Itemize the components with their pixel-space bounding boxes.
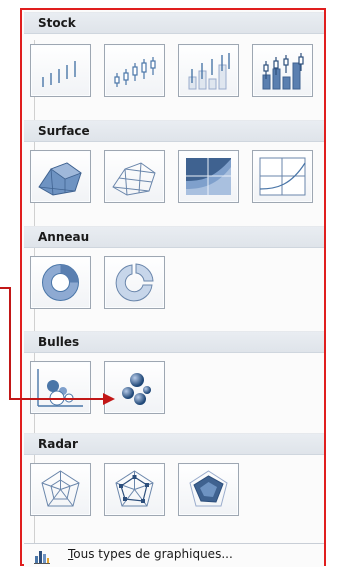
annotation-arrowhead: [103, 393, 115, 405]
bubble-3d-icon: [122, 373, 151, 405]
section-title: Surface: [38, 124, 90, 138]
surface-contour-button[interactable]: [178, 150, 239, 203]
doughnut-button[interactable]: [30, 256, 91, 309]
section-header-bulles: Bulles: [24, 331, 324, 353]
surface-wireframe-3d-button[interactable]: [104, 150, 165, 203]
section-title: Stock: [38, 16, 76, 30]
bubble-3d-effect-button[interactable]: [104, 361, 165, 414]
section-header-radar: Radar: [24, 433, 324, 455]
stock-volume-hlc-icon: [188, 53, 230, 90]
all-chart-types-label: Tous types de graphiques...: [68, 547, 233, 561]
stock-ohlc-icon: [114, 57, 156, 87]
section-title: Bulles: [38, 335, 80, 349]
chart-icon: [34, 551, 50, 564]
section-header-anneau: Anneau: [24, 226, 324, 248]
annotation-line-vertical: [9, 287, 11, 400]
bubble-button[interactable]: [30, 361, 91, 414]
stock-volume-hlc-button[interactable]: [178, 44, 239, 97]
surface-3d-button[interactable]: [30, 150, 91, 203]
stock-volume-ohlc-icon: [262, 53, 304, 90]
radar-markers-icon: [115, 470, 154, 507]
surface-contour-wireframe-icon: [259, 157, 306, 196]
annotation-line-horizontal-bottom: [9, 398, 109, 400]
stock-volume-ohlc-button[interactable]: [252, 44, 313, 97]
section-header-surface: Surface: [24, 120, 324, 142]
section-title: Radar: [38, 437, 78, 451]
section-title: Anneau: [38, 230, 90, 244]
section-header-stock: Stock: [24, 12, 324, 34]
bubble-icon: [37, 369, 83, 407]
filled-radar-icon: [189, 470, 228, 507]
surface-contour-icon: [186, 158, 231, 195]
doughnut-icon: [42, 264, 79, 301]
stock-high-low-close-button[interactable]: [30, 44, 91, 97]
exploded-doughnut-icon: [115, 263, 154, 302]
stock-open-high-low-close-button[interactable]: [104, 44, 165, 97]
all-chart-types-menu-item[interactable]: Tous types de graphiques...: [24, 543, 324, 567]
exploded-doughnut-button[interactable]: [104, 256, 165, 309]
radar-with-markers-button[interactable]: [104, 463, 165, 516]
surface-contour-wireframe-button[interactable]: [252, 150, 313, 203]
radar-button[interactable]: [30, 463, 91, 516]
chart-type-gallery: Stock Surface Anneau Bulles Radar Tous t…: [20, 8, 326, 567]
surface-wireframe-3d-icon: [112, 162, 156, 196]
stock-hlc-icon: [42, 61, 76, 87]
radar-icon: [41, 470, 80, 507]
surface-3d-icon: [38, 162, 82, 196]
filled-radar-button[interactable]: [178, 463, 239, 516]
